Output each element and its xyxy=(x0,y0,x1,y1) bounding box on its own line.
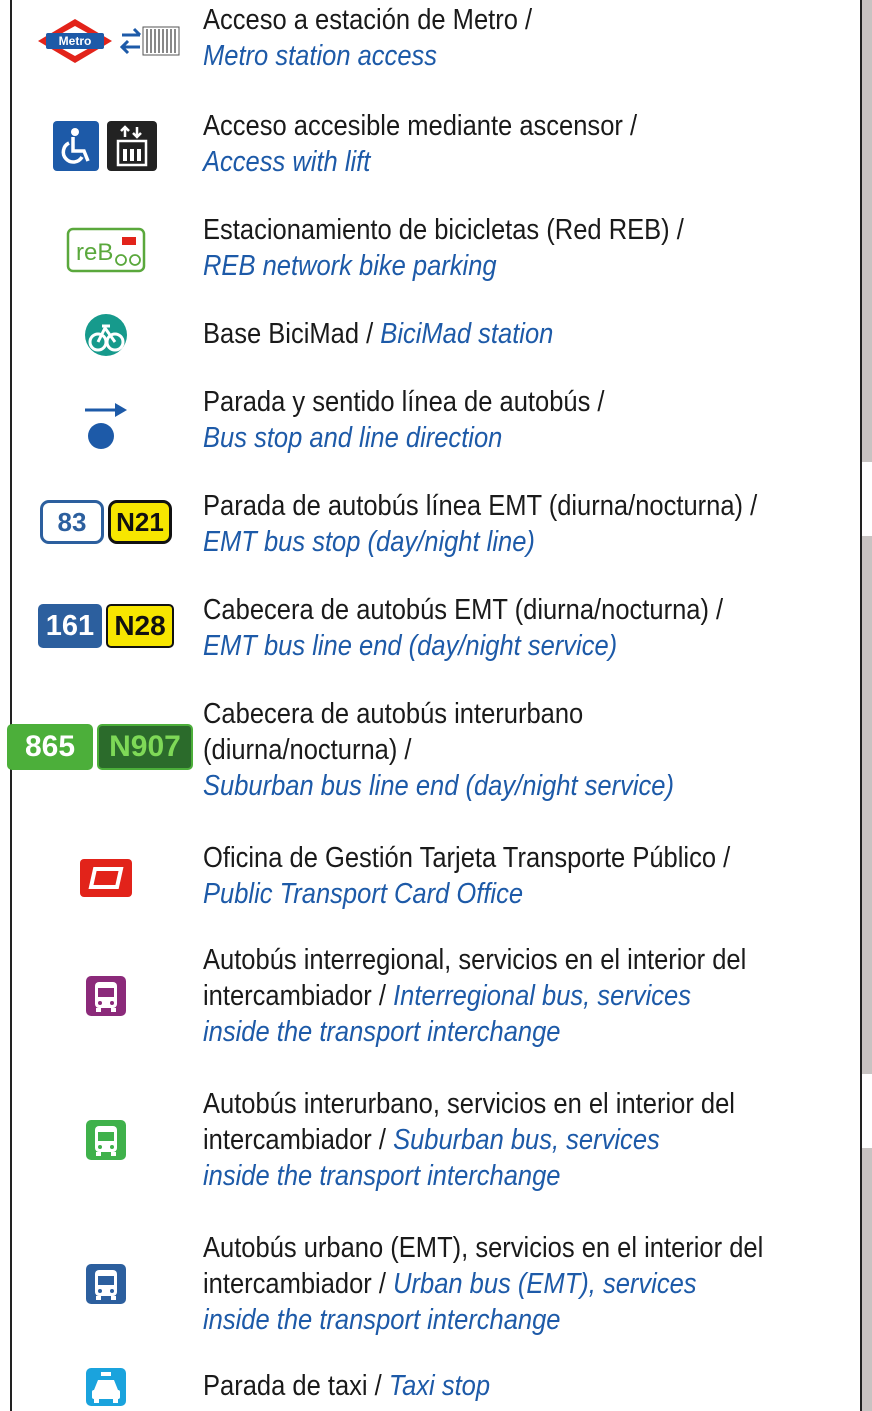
legend-text-en-cont: inside the transport interchange xyxy=(203,1160,561,1192)
legend-text-en: Taxi stop xyxy=(388,1370,491,1402)
legend-text-en: Interregional bus, services xyxy=(393,980,691,1012)
legend-text-en: Suburban bus, services xyxy=(393,1124,660,1156)
legend-text-es-cont: intercambiador / xyxy=(203,1124,386,1156)
lift-icon xyxy=(107,121,157,171)
suburban-night-badge: N907 xyxy=(97,724,193,770)
legend-text-es: Parada de taxi / xyxy=(203,1370,382,1402)
legend-text-en: BiciMad station xyxy=(380,318,554,350)
legend-text-es: Oficina de Gestión Tarjeta Transporte Pú… xyxy=(203,842,731,874)
legend-text-en-cont: inside the transport interchange xyxy=(203,1016,561,1048)
legend-text-es: Parada y sentido línea de autobús / xyxy=(203,386,605,418)
svg-text:reB: reB xyxy=(76,239,113,266)
legend-text-en: REB network bike parking xyxy=(203,250,497,282)
night-line-end-badge: N28 xyxy=(106,604,174,648)
night-line-badge: N21 xyxy=(108,500,172,544)
legend-text-es-cont: (diurna/nocturna) / xyxy=(203,734,412,766)
legend-text-en: Metro station access xyxy=(203,40,438,72)
side-panel-strip xyxy=(862,0,872,462)
legend-text-en: EMT bus stop (day/night line) xyxy=(203,526,535,558)
legend-text-es: Parada de autobús línea EMT (diurna/noct… xyxy=(203,490,758,522)
legend-text-es: Cabecera de autobús interurbano xyxy=(203,698,584,730)
urban-bus-icon xyxy=(86,1264,126,1304)
side-panel-strip xyxy=(862,1148,872,1411)
side-panel-strip xyxy=(862,536,872,1074)
legend-text-es: Acceso a estación de Metro / xyxy=(203,4,533,36)
legend-text-es: Estacionamiento de bicicletas (Red REB) … xyxy=(203,214,684,246)
day-line-end-badge: 161 xyxy=(38,604,102,648)
legend-text-en: Urban bus (EMT), services xyxy=(393,1268,697,1300)
legend-text-en: Bus stop and line direction xyxy=(203,422,503,454)
legend-text-es-cont: intercambiador / xyxy=(203,980,386,1012)
legend-text-en: EMT bus line end (day/night service) xyxy=(203,630,618,662)
legend-text-en-cont: inside the transport interchange xyxy=(203,1304,561,1336)
taxi-icon xyxy=(86,1368,126,1406)
legend-text-en: Public Transport Card Office xyxy=(203,878,524,910)
day-line-badge: 83 xyxy=(40,500,104,544)
svg-text:Metro: Metro xyxy=(59,34,92,48)
legend-text-es: Autobús interregional, servicios en el i… xyxy=(203,944,747,976)
metro-logo-icon: Metro xyxy=(38,19,180,63)
reb-bike-parking-icon: reB xyxy=(66,227,146,273)
legend-text-es: Cabecera de autobús EMT (diurna/nocturna… xyxy=(203,594,724,626)
wheelchair-icon xyxy=(53,121,99,171)
legend-text-es: Acceso accesible mediante ascensor / xyxy=(203,110,638,142)
legend-text-en: Suburban bus line end (day/night service… xyxy=(203,770,674,802)
legend-text-es-cont: intercambiador / xyxy=(203,1268,386,1300)
suburban-bus-icon xyxy=(86,1120,126,1160)
legend-text-es: Base BiciMad / xyxy=(203,318,374,350)
interregional-bus-icon xyxy=(86,976,126,1016)
legend-text-en: Access with lift xyxy=(203,146,371,178)
bus-stop-direction-icon xyxy=(85,403,127,449)
legend-text-es: Autobús interurbano, servicios en el int… xyxy=(203,1088,735,1120)
bicimad-icon xyxy=(85,314,127,356)
legend-text-es: Autobús urbano (EMT), servicios en el in… xyxy=(203,1232,764,1264)
transport-card-icon xyxy=(80,859,132,897)
suburban-day-badge: 865 xyxy=(7,724,93,770)
